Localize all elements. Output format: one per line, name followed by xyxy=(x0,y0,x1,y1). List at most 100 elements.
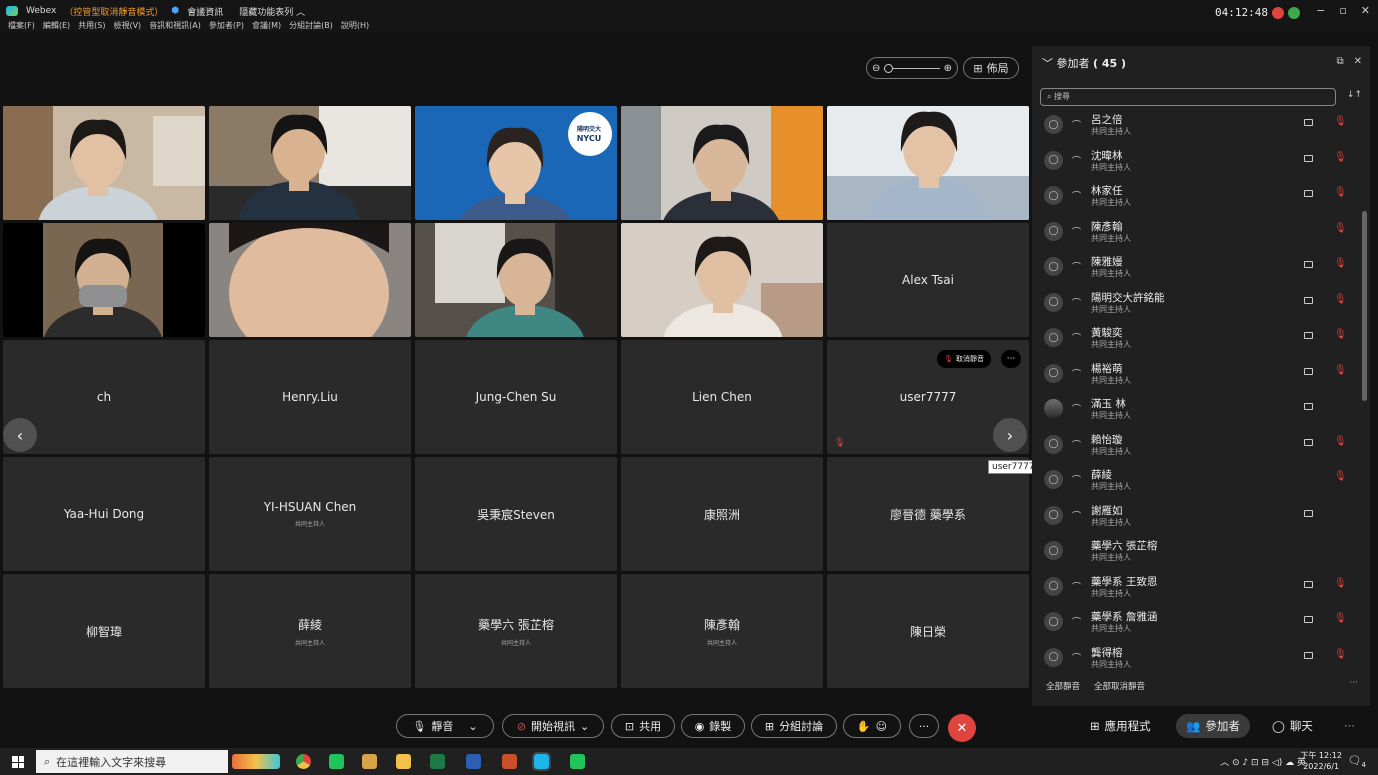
chrome-icon[interactable] xyxy=(296,754,311,769)
participant-name-tile[interactable]: Jung-Chen Su xyxy=(415,340,617,454)
menu-item[interactable]: 檔案(F) xyxy=(8,20,35,31)
participant-row[interactable]: ◯ ⌒ 薛綾 共同主持人 🎙 xyxy=(1032,464,1356,500)
mic-muted-icon[interactable]: 🎙 xyxy=(1334,578,1347,589)
unmute-all-button[interactable]: 全部取消靜音 xyxy=(1094,680,1145,692)
participant-row[interactable]: ◯ ⌒ 沈暐林 共同主持人 🎙 xyxy=(1032,145,1356,181)
participant-row[interactable]: ◯ ⌒ 黃駿奕 共同主持人 🎙 xyxy=(1032,322,1356,358)
video-camera-icon[interactable] xyxy=(1304,403,1313,410)
video-camera-icon[interactable] xyxy=(1304,367,1313,375)
zoom-out-icon[interactable]: ⊖ xyxy=(872,63,880,74)
menu-item[interactable]: 檢視(V) xyxy=(113,20,141,31)
menu-item[interactable]: 音訊和視訊(A) xyxy=(149,20,201,31)
paint-icon[interactable] xyxy=(362,754,377,769)
scrollbar-thumb[interactable] xyxy=(1362,211,1367,401)
participant-row[interactable]: ◯ ⌒ 藥學系 王致恩 共同主持人 🎙 xyxy=(1032,571,1356,607)
ask-unmute-button[interactable]: 🎙 取消靜音 xyxy=(937,350,991,368)
video-camera-icon[interactable] xyxy=(1304,580,1313,588)
mic-muted-icon[interactable]: 🎙 xyxy=(1334,613,1347,624)
participant-row[interactable]: ◯ ⌒ 陽明交大許銘能 共同主持人 🎙 xyxy=(1032,287,1356,323)
participant-name-tile[interactable]: 吳秉宸Steven xyxy=(415,457,617,571)
excel-icon[interactable] xyxy=(430,754,445,769)
coral-reef-icon[interactable] xyxy=(232,754,280,769)
word-icon[interactable] xyxy=(466,754,481,769)
end-meeting-button[interactable]: ✕ xyxy=(948,714,976,742)
video-camera-icon[interactable] xyxy=(1304,119,1313,126)
chat-button[interactable]: ◯ 聊天 xyxy=(1262,714,1323,738)
zoom-slider[interactable]: ⊖ ⊕ xyxy=(866,57,958,79)
participants-button[interactable]: 👥 參加者 xyxy=(1176,714,1250,738)
panel-more-button[interactable]: ··· xyxy=(1349,678,1358,688)
layout-button[interactable]: ⊞ 佈局 xyxy=(963,57,1019,79)
mic-muted-icon[interactable]: 🎙 xyxy=(1334,365,1347,376)
participant-row[interactable]: ◯ ⌒ 呂之倍 共同主持人 🎙 xyxy=(1032,109,1356,145)
taskbar-search-input[interactable]: ⌕ 在這裡輸入文字來搜尋 xyxy=(36,750,228,773)
video-camera-icon[interactable] xyxy=(1304,190,1313,197)
mic-muted-icon[interactable]: 🎙 xyxy=(1334,152,1347,163)
mic-muted-icon[interactable]: 🎙 xyxy=(1334,223,1347,234)
restore-button[interactable]: ▫ xyxy=(1339,4,1346,17)
share-button[interactable]: ⊡ 共用 xyxy=(611,714,675,738)
start-video-button[interactable]: ⊘ 開始視訊 ⌄ xyxy=(502,714,604,738)
record-button[interactable]: ◉ 錄製 xyxy=(681,714,745,738)
participant-row[interactable]: ◯ ⌒ 陳雅嫚 共同主持人 🎙 xyxy=(1032,251,1356,287)
participant-video-tile[interactable] xyxy=(209,223,411,337)
participant-video-tile[interactable] xyxy=(827,106,1029,220)
video-camera-icon[interactable] xyxy=(1304,438,1313,446)
participant-scrollbar[interactable] xyxy=(1362,116,1367,691)
participant-row[interactable]: ◯ ⌒ 謝雁如 共同主持人 xyxy=(1032,500,1356,536)
meeting-info-button[interactable]: 會議資訊 xyxy=(187,5,223,18)
participant-row[interactable]: ◯ ⌒ 藥學系 詹雅涵 共同主持人 🎙 xyxy=(1032,606,1356,642)
participant-video-tile[interactable] xyxy=(209,106,411,220)
participant-video-tile[interactable]: 陽明交大 NYCU xyxy=(415,106,617,220)
participant-video-tile[interactable] xyxy=(415,223,617,337)
participant-video-tile[interactable] xyxy=(621,223,823,337)
taskbar-clock[interactable]: 下午 12:12 2022/6/1 xyxy=(1300,750,1342,772)
video-camera-icon[interactable] xyxy=(1304,616,1313,623)
line-chat-icon[interactable] xyxy=(570,754,585,769)
hide-menubar-button[interactable]: 隱藏功能表列 ︿ xyxy=(239,5,305,18)
tile-more-button[interactable]: ··· xyxy=(1001,350,1021,368)
video-camera-icon[interactable] xyxy=(1304,509,1313,517)
apps-button[interactable]: ⊞ 應用程式 xyxy=(1080,714,1161,738)
menu-item[interactable]: 分組討論(B) xyxy=(289,20,333,31)
chevron-down-icon[interactable]: ⌄ xyxy=(468,720,477,733)
windows-start-icon[interactable] xyxy=(12,756,24,768)
previous-page-button[interactable]: ‹ xyxy=(3,418,37,452)
participant-row[interactable]: ◯ ⌒ 陳彥翰 共同主持人 🎙 xyxy=(1032,216,1356,252)
video-camera-icon[interactable] xyxy=(1304,296,1313,304)
participant-name-tile[interactable]: 陳彥翰 共同主持人 xyxy=(621,574,823,688)
participant-row[interactable]: ◯ ⌒ 賴怡璇 共同主持人 🎙 xyxy=(1032,429,1356,465)
mic-muted-icon[interactable]: 🎙 xyxy=(1334,116,1347,127)
menu-item[interactable]: 說明(H) xyxy=(341,20,369,31)
participant-name-tile[interactable]: 康照洲 xyxy=(621,457,823,571)
participant-name-tile[interactable]: 藥學六 張芷榕 共同主持人 xyxy=(415,574,617,688)
video-camera-icon[interactable] xyxy=(1304,651,1313,659)
notification-icon[interactable]: 🗨4 xyxy=(1348,754,1366,769)
line-app-icon[interactable] xyxy=(329,754,344,769)
menu-item[interactable]: 參加者(P) xyxy=(209,20,244,31)
participant-name-tile[interactable]: 廖晉德 藥學系 xyxy=(827,457,1029,571)
collapse-chevron-icon[interactable]: ﹀ xyxy=(1042,57,1053,70)
participant-row[interactable]: ◯ ⌒ 龔得榕 共同主持人 🎙 xyxy=(1032,642,1356,678)
next-page-button[interactable]: › xyxy=(993,418,1027,452)
file-explorer-icon[interactable] xyxy=(396,754,411,769)
close-panel-icon[interactable]: ✕ xyxy=(1354,56,1362,67)
chevron-down-icon[interactable]: ⌄ xyxy=(580,720,589,733)
popout-icon[interactable]: ⧉ xyxy=(1336,56,1343,67)
participant-name-tile[interactable]: Alex Tsai xyxy=(827,223,1029,337)
menu-item[interactable]: 編輯(E) xyxy=(43,20,70,31)
mic-muted-icon[interactable]: 🎙 xyxy=(1334,294,1347,305)
participant-row[interactable]: ◯ ⌒ 林家任 共同主持人 🎙 xyxy=(1032,180,1356,216)
powerpoint-icon[interactable] xyxy=(502,754,517,769)
mute-all-button[interactable]: 全部靜音 xyxy=(1046,680,1080,692)
participant-name-tile[interactable]: Henry.Liu xyxy=(209,340,411,454)
participant-name-tile[interactable]: Yaa-Hui Dong xyxy=(3,457,205,571)
mute-button[interactable]: 🎙 靜音 ⌄ xyxy=(396,714,494,738)
participant-search-input[interactable]: ⌕ 搜尋 xyxy=(1040,88,1336,106)
mic-muted-icon[interactable]: 🎙 xyxy=(1334,187,1347,198)
menu-item[interactable]: 共用(S) xyxy=(78,20,105,31)
mic-muted-icon[interactable]: 🎙 xyxy=(1334,258,1347,269)
close-button[interactable]: ✕ xyxy=(1361,4,1370,17)
participant-name-tile[interactable]: 陳日榮 xyxy=(827,574,1029,688)
menu-item[interactable]: 會議(M) xyxy=(252,20,281,31)
